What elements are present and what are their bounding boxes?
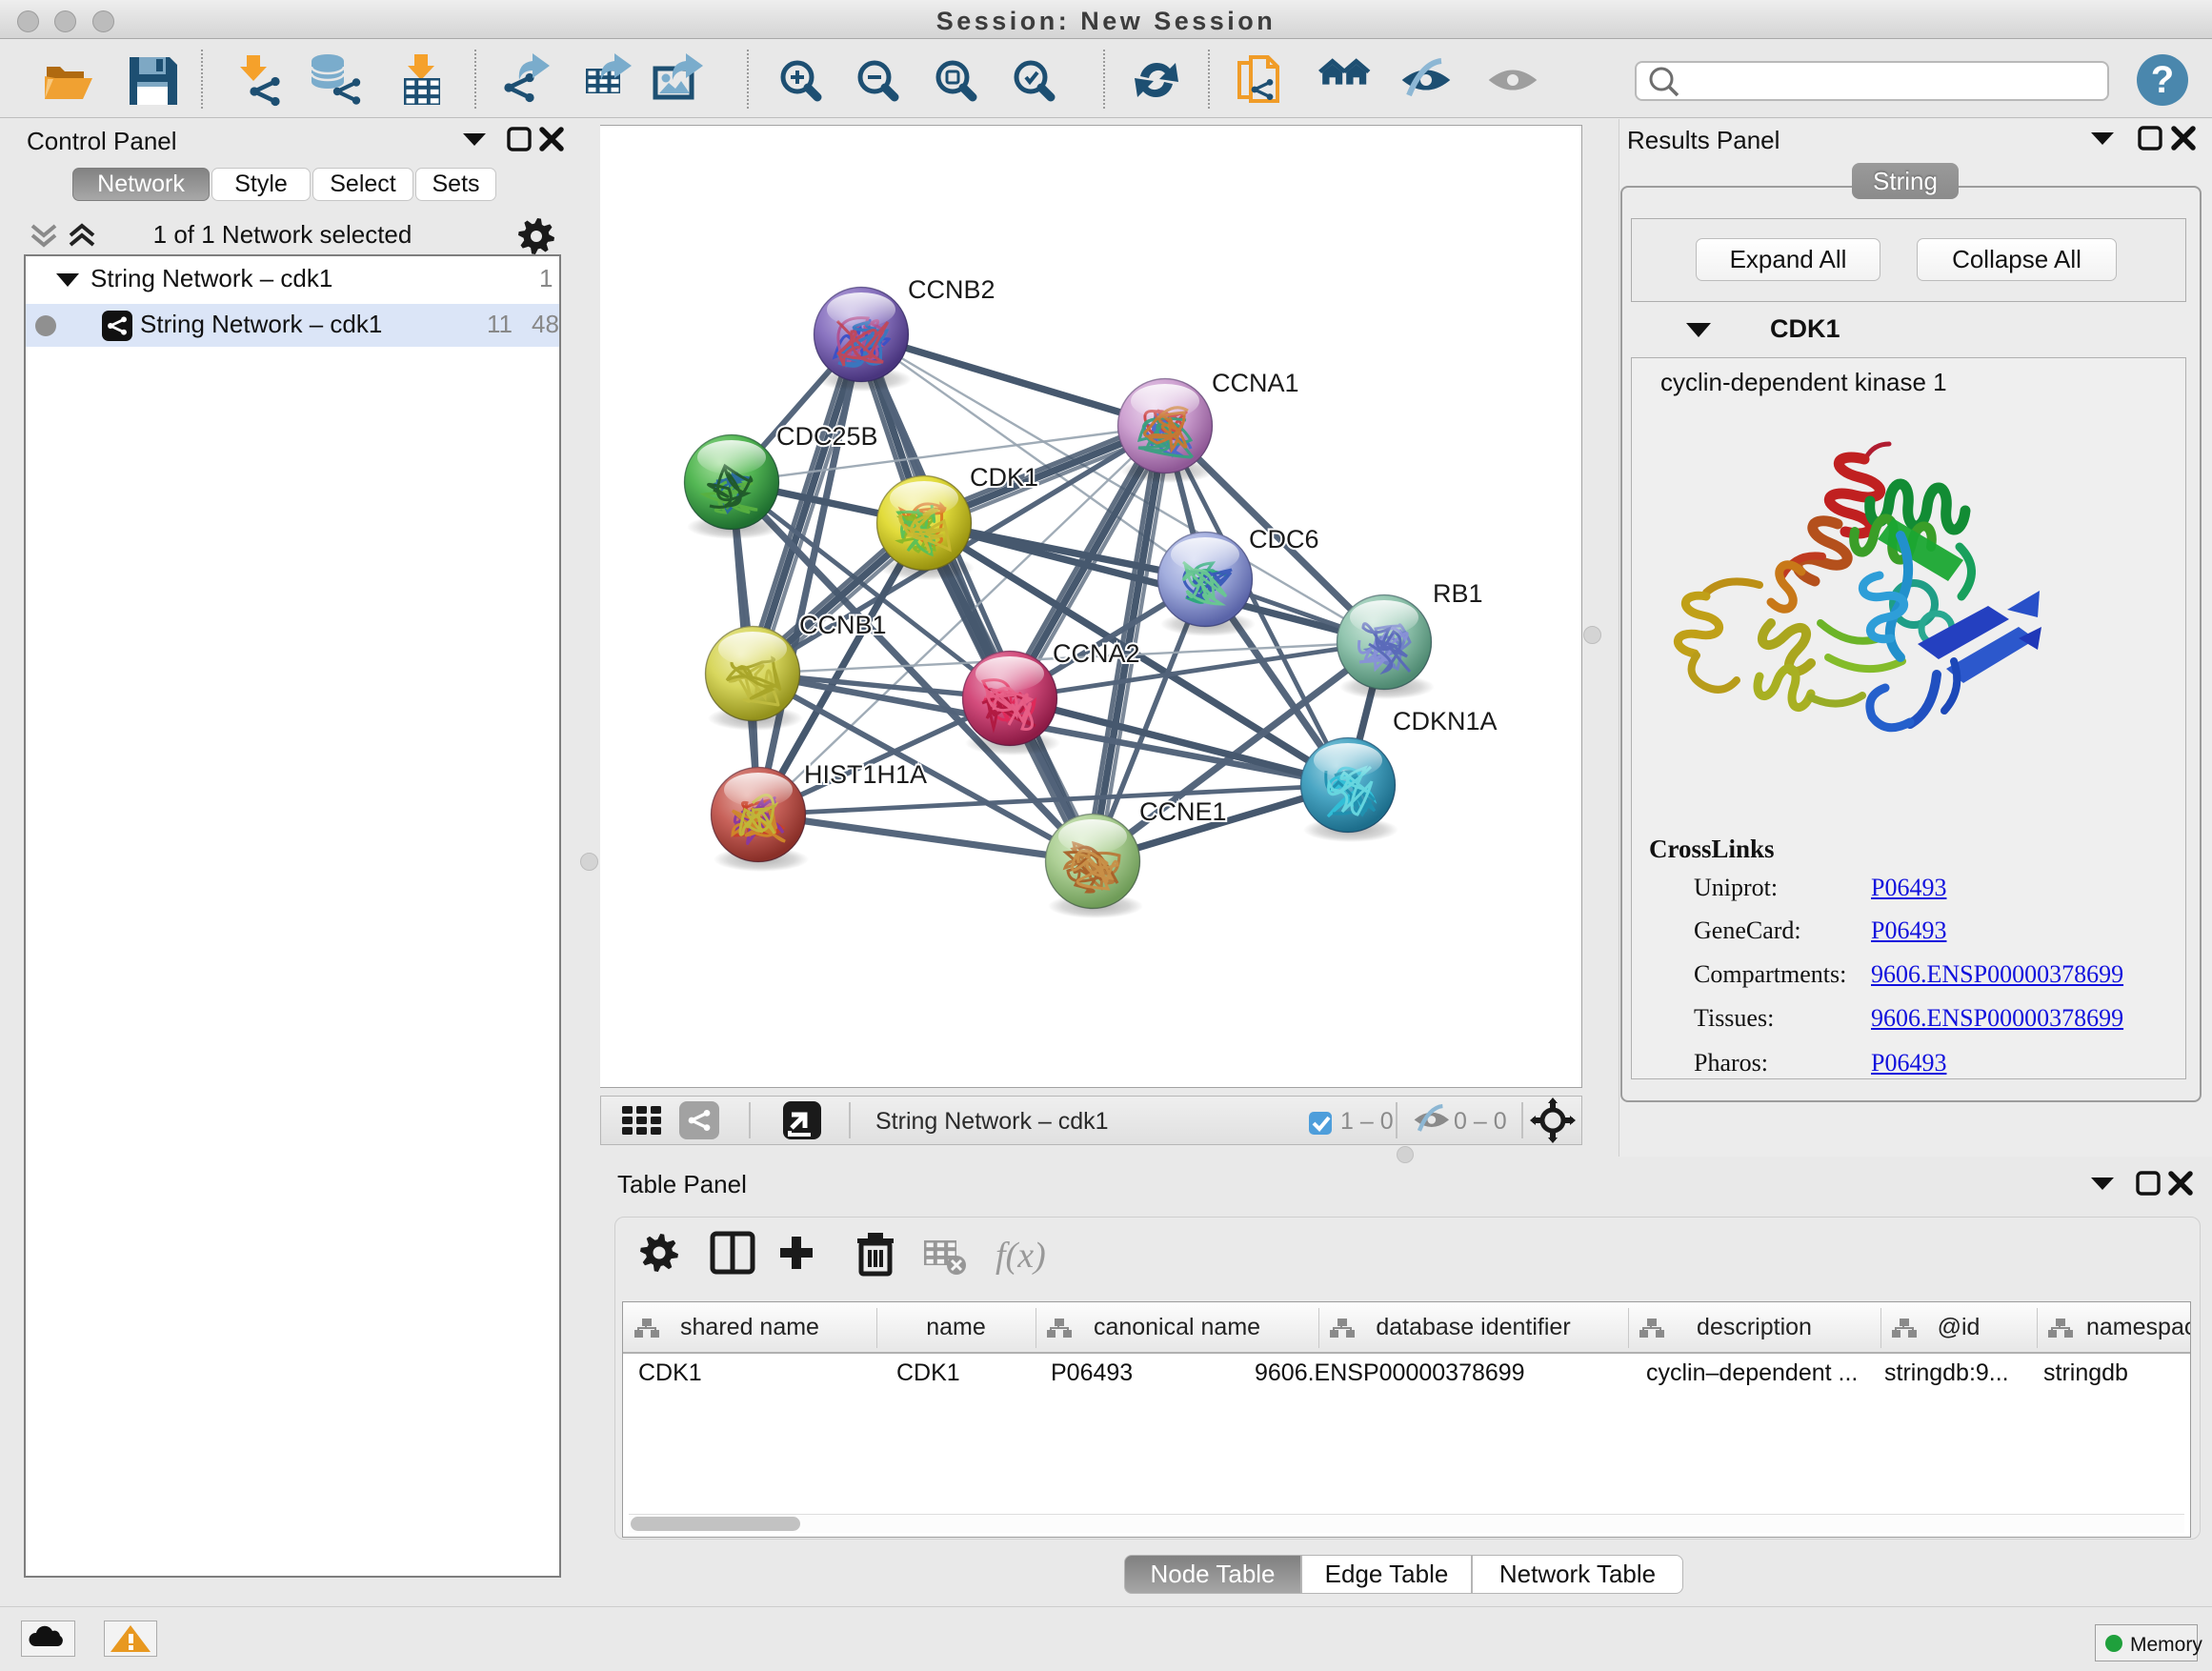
svg-text:HIST1H1A: HIST1H1A (804, 760, 927, 789)
svg-text:RB1: RB1 (1433, 579, 1483, 608)
svg-text:CCNA1: CCNA1 (1212, 369, 1299, 397)
svg-text:0 – 0: 0 – 0 (1454, 1108, 1507, 1135)
svg-text:?: ? (2151, 59, 2174, 101)
svg-text:CDK1: CDK1 (970, 463, 1038, 492)
svg-text:CCNE1: CCNE1 (1139, 797, 1227, 826)
svg-text:CDC6: CDC6 (1249, 525, 1319, 554)
svg-text:CCNA2: CCNA2 (1053, 639, 1140, 668)
svg-text:1 – 0: 1 – 0 (1340, 1108, 1394, 1135)
svg-text:CCNB2: CCNB2 (908, 275, 995, 304)
svg-text:f(x): f(x) (995, 1236, 1046, 1276)
svg-text:CCNB1: CCNB1 (799, 611, 887, 639)
svg-text:String Network – cdk1: String Network – cdk1 (875, 1108, 1109, 1135)
svg-text:CDC25B: CDC25B (776, 422, 878, 451)
svg-text:CDKN1A: CDKN1A (1393, 707, 1498, 735)
